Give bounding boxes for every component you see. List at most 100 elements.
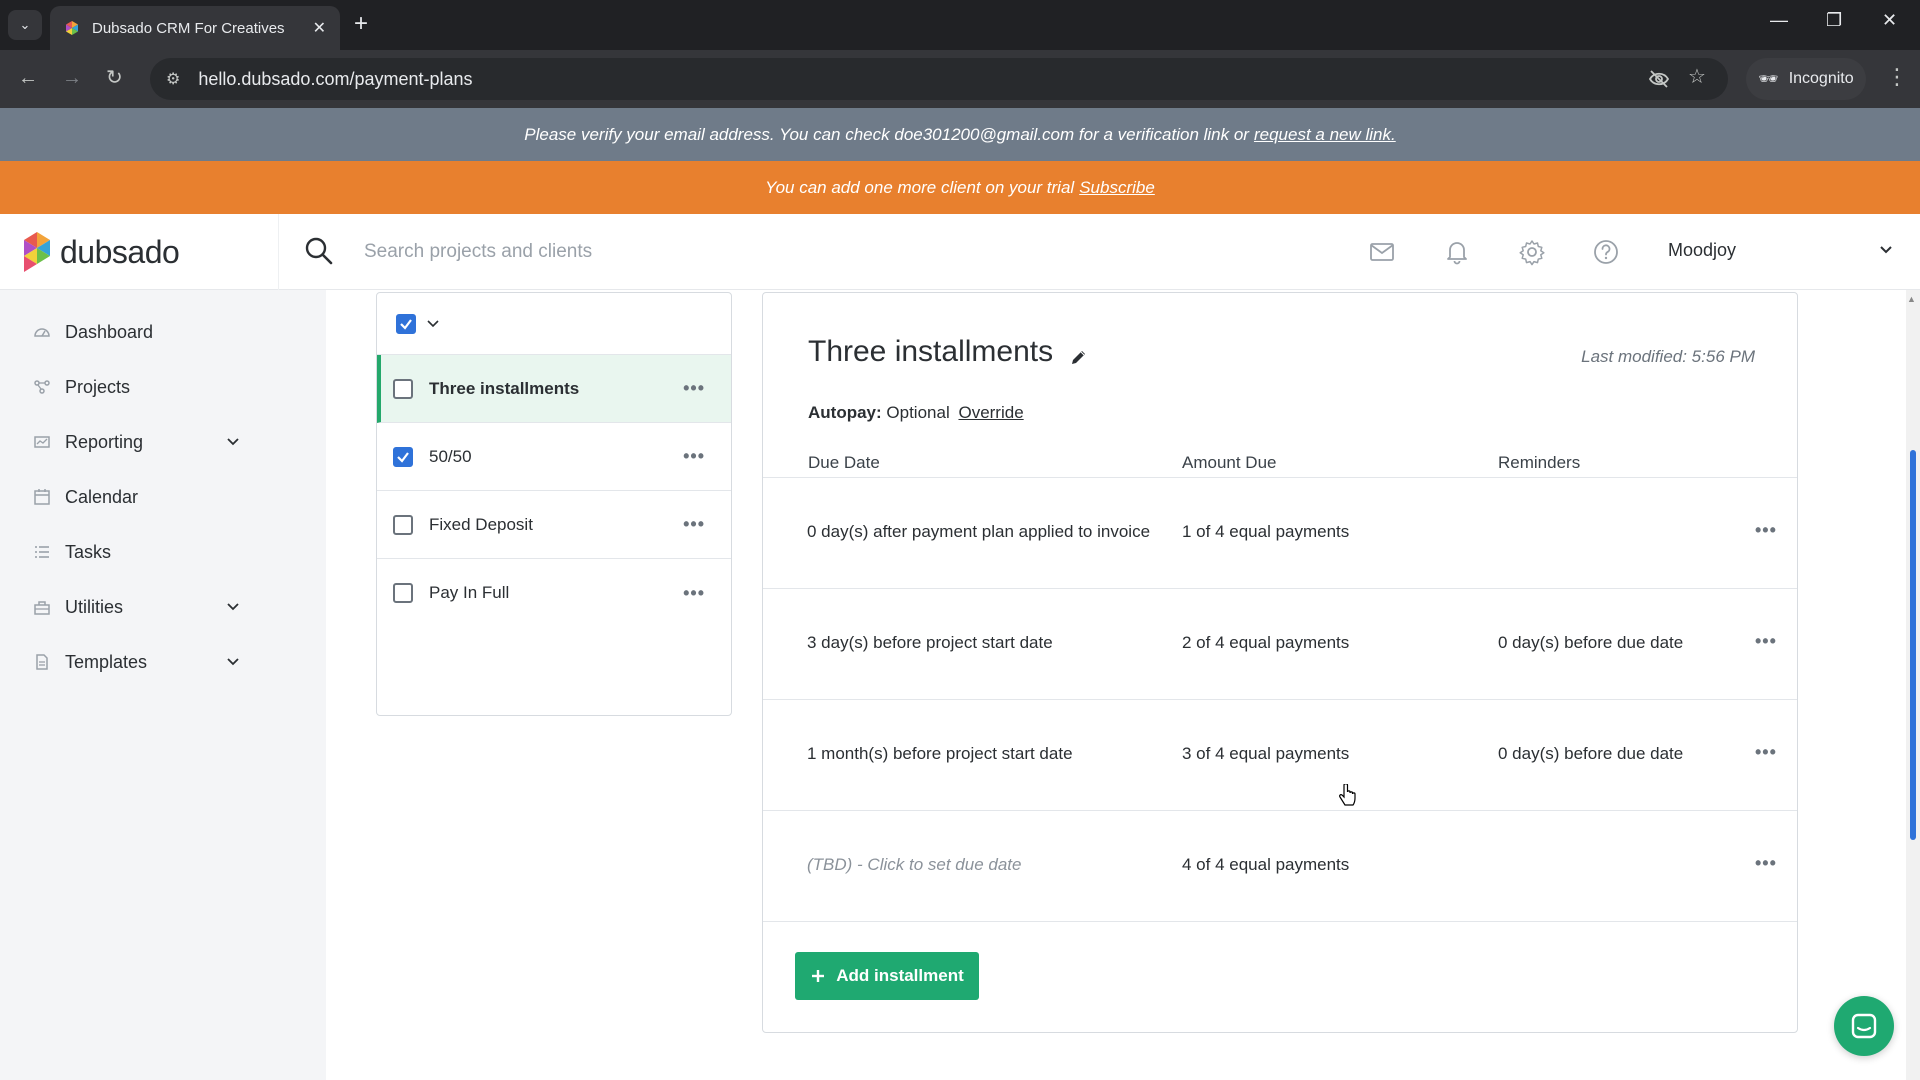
sidebar-item-calendar[interactable]: Calendar: [0, 475, 266, 519]
subscribe-link[interactable]: Subscribe: [1079, 178, 1155, 198]
chat-launcher-button[interactable]: [1834, 996, 1894, 1056]
sidebar-item-dashboard[interactable]: Dashboard: [0, 310, 266, 354]
verify-email-banner: Please verify your email address. You ca…: [0, 108, 1920, 161]
incognito-indicator[interactable]: 🕶 Incognito: [1746, 58, 1866, 100]
more-options-icon[interactable]: •••: [683, 583, 705, 604]
table-row[interactable]: 1 month(s) before project start date 3 o…: [763, 700, 1797, 811]
scroll-up-icon[interactable]: ▲: [1907, 294, 1916, 304]
column-header-due-date: Due Date: [808, 453, 880, 472]
sidebar-item-label: Tasks: [65, 541, 112, 562]
reporting-icon: [32, 432, 52, 452]
list-item[interactable]: Fixed Deposit •••: [377, 491, 731, 559]
add-installment-button[interactable]: Add installment: [795, 952, 979, 1000]
more-options-icon[interactable]: •••: [1755, 520, 1777, 541]
sidebar-item-templates[interactable]: Templates: [0, 640, 266, 684]
browser-menu-icon[interactable]: ⋮: [1886, 64, 1908, 90]
site-info-icon[interactable]: ⚙: [166, 69, 180, 89]
incognito-icon: 🕶: [1758, 71, 1779, 88]
table-row[interactable]: 0 day(s) after payment plan applied to i…: [763, 478, 1797, 589]
reminder-cell: 0 day(s) before due date: [1498, 744, 1684, 763]
scrollbar-thumb[interactable]: [1910, 450, 1916, 840]
bell-icon[interactable]: [1443, 238, 1471, 266]
list-item[interactable]: 50/50 •••: [377, 423, 731, 491]
browser-tab[interactable]: Dubsado CRM For Creatives ✕: [50, 6, 340, 50]
help-icon[interactable]: [1592, 238, 1620, 266]
logo-text: dubsado: [60, 233, 180, 270]
back-icon[interactable]: ←: [18, 66, 38, 90]
select-all-checkbox[interactable]: [396, 313, 416, 334]
calendar-icon: [32, 487, 52, 507]
minimize-icon[interactable]: —: [1770, 10, 1788, 31]
settings-gear-icon[interactable]: [1518, 238, 1546, 266]
bookmark-star-icon[interactable]: ☆: [1688, 64, 1706, 89]
amount-due-cell: 4 of 4 equal payments: [1182, 855, 1350, 874]
add-installment-label: Add installment: [836, 966, 964, 985]
due-date-cell: 1 month(s) before project start date: [807, 744, 1073, 763]
close-window-icon[interactable]: ✕: [1882, 10, 1897, 31]
sidebar-item-reporting[interactable]: Reporting: [0, 420, 266, 464]
reminder-cell: 0 day(s) before due date: [1498, 633, 1684, 652]
row-checkbox[interactable]: [393, 583, 413, 603]
dubsado-logo[interactable]: dubsado: [22, 230, 180, 274]
search-icon[interactable]: [304, 236, 334, 266]
chevron-down-icon[interactable]: [1878, 242, 1894, 258]
reload-icon[interactable]: ↻: [106, 66, 123, 90]
utilities-icon: [32, 597, 52, 617]
plan-name: Three installments: [429, 378, 580, 398]
mail-icon[interactable]: [1368, 238, 1396, 266]
due-date-cell: 3 day(s) before project start date: [807, 633, 1053, 652]
row-checkbox[interactable]: [393, 446, 413, 467]
amount-due-cell: 2 of 4 equal payments: [1182, 633, 1350, 652]
payment-plan-list: Three installments ••• 50/50 ••• Fixed D…: [376, 292, 732, 716]
incognito-label: Incognito: [1788, 70, 1854, 87]
more-options-icon[interactable]: •••: [683, 378, 705, 399]
sidebar-item-projects[interactable]: Projects: [0, 365, 266, 409]
close-tab-icon[interactable]: ✕: [313, 18, 326, 38]
address-bar[interactable]: ⚙ hello.dubsado.com/payment-plans: [150, 58, 1728, 100]
new-tab-icon[interactable]: +: [354, 12, 368, 36]
chevron-down-icon[interactable]: [426, 317, 440, 331]
amount-due-cell: 3 of 4 equal payments: [1182, 744, 1350, 763]
chevron-down-icon[interactable]: [226, 435, 240, 449]
plan-name: Pay In Full: [429, 583, 510, 602]
chevron-down-icon[interactable]: [226, 655, 240, 669]
more-options-icon[interactable]: •••: [683, 514, 705, 535]
browser-tab-bar: ⌄ Dubsado CRM For Creatives ✕ + — ❐ ✕: [0, 0, 1920, 50]
header-divider: [278, 214, 279, 290]
plus-icon: [812, 970, 825, 982]
sidebar-item-tasks[interactable]: Tasks: [0, 530, 266, 574]
dubsado-logo-icon: [24, 232, 50, 272]
restore-icon[interactable]: ❐: [1826, 10, 1842, 31]
request-new-link[interactable]: request a new link.: [1254, 125, 1396, 145]
due-date-cell[interactable]: (TBD) - Click to set due date: [807, 855, 1021, 875]
more-options-icon[interactable]: •••: [1755, 742, 1777, 763]
sidebar-item-label: Reporting: [65, 431, 144, 452]
list-item[interactable]: Pay In Full •••: [377, 559, 731, 627]
payment-plan-detail: Three installments Last modified: 5:56 P…: [762, 292, 1798, 1033]
url-text: hello.dubsado.com/payment-plans: [198, 68, 473, 89]
plan-title: Three installments: [808, 335, 1054, 368]
dashboard-icon: [32, 322, 52, 342]
eye-off-icon[interactable]: [1648, 68, 1670, 90]
last-modified: Last modified: 5:56 PM: [1581, 347, 1755, 366]
search-input[interactable]: [364, 236, 964, 268]
app-header: dubsado Moodjoy: [0, 214, 1920, 290]
more-options-icon[interactable]: •••: [683, 446, 705, 467]
browser-toolbar: ← → ↻ ⚙ hello.dubsado.com/payment-plans …: [0, 50, 1920, 108]
tab-search-button[interactable]: ⌄: [8, 10, 42, 40]
table-row[interactable]: (TBD) - Click to set due date 4 of 4 equ…: [763, 811, 1797, 922]
list-item[interactable]: Three installments •••: [377, 355, 731, 423]
chat-icon: [1851, 1013, 1877, 1039]
row-checkbox[interactable]: [393, 514, 413, 535]
forward-icon[interactable]: →: [62, 66, 82, 90]
table-row[interactable]: 3 day(s) before project start date 2 of …: [763, 589, 1797, 700]
row-checkbox[interactable]: [393, 378, 413, 399]
sidebar-item-utilities[interactable]: Utilities: [0, 585, 266, 629]
more-options-icon[interactable]: •••: [1755, 853, 1777, 874]
user-menu[interactable]: Moodjoy: [1668, 240, 1736, 261]
more-options-icon[interactable]: •••: [1755, 631, 1777, 652]
pencil-icon[interactable]: [1069, 347, 1089, 367]
override-link[interactable]: Override: [958, 403, 1023, 422]
chevron-down-icon[interactable]: [226, 600, 240, 614]
templates-icon: [32, 652, 52, 672]
